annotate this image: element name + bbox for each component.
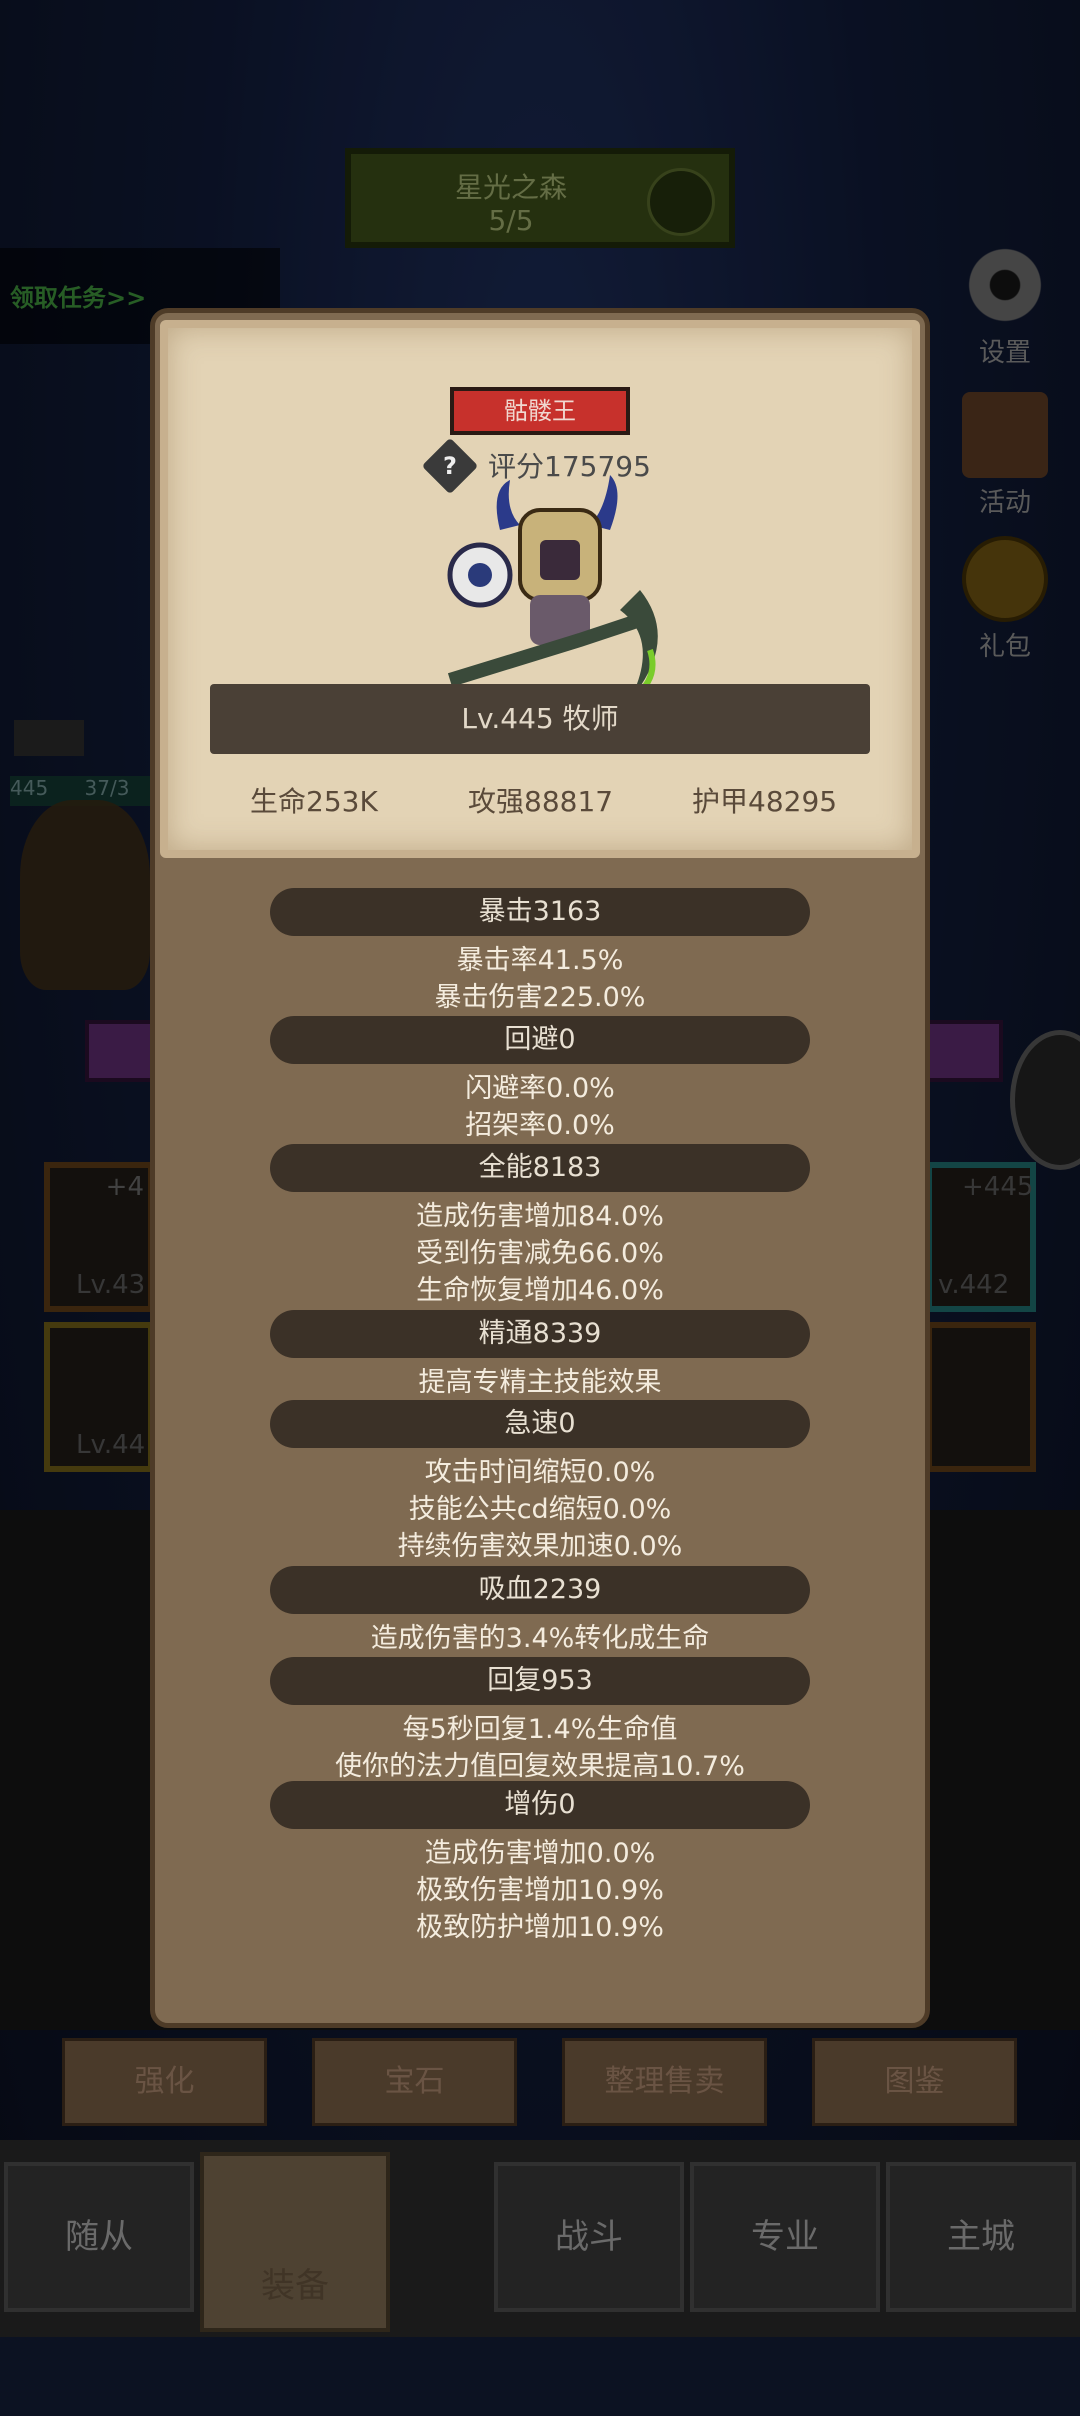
section-line: 生命恢复增加46.0% [416,1275,664,1306]
section-header: 回避0 [270,1016,810,1064]
tab-equipment[interactable]: 装备 [200,2152,390,2332]
section-header: 增伤0 [270,1781,810,1829]
section-header: 暴击3163 [270,888,810,936]
section-line: 造成伤害增加84.0% [416,1201,664,1232]
tab-profession[interactable]: 专业 [690,2162,880,2312]
skeleton-king-sprite [447,475,658,703]
section-line: 造成伤害增加0.0% [424,1838,656,1869]
tab-main-city[interactable]: 主城 [886,2162,1076,2312]
section-header: 回复953 [270,1657,810,1705]
section-line: 暴击率41.5% [456,945,624,976]
codex-button[interactable]: 图鉴 [812,2038,1017,2126]
section-line: 每5秒回复1.4%生命值 [402,1714,678,1745]
level-class-bar: Lv.445 牧师 [210,684,870,754]
section-line: 极致伤害增加10.9% [416,1875,664,1906]
armor-stat: 护甲48295 [692,785,838,818]
section-line: 造成伤害的3.4%转化成生命 [370,1623,710,1654]
hp-stat: 生命253K [250,785,378,818]
attack-stat: 攻强88817 [468,785,614,818]
section-line: 极致防护增加10.9% [416,1912,664,1943]
section-line: 暴击伤害225.0% [434,982,646,1013]
upgrade-button[interactable]: 强化 [62,2038,267,2126]
section-line: 攻击时间缩短0.0% [424,1457,656,1488]
section-header: 全能8183 [270,1144,810,1192]
section-line: 技能公共cd缩短0.0% [408,1494,672,1525]
character-title: 骷髅王 [450,387,630,435]
section-header: 急速0 [270,1400,810,1448]
sort-sell-button[interactable]: 整理售卖 [562,2038,767,2126]
section-line: 使你的法力值回复效果提高10.7% [335,1751,745,1782]
section-header: 精通8339 [270,1310,810,1358]
section-line: 闪避率0.0% [465,1073,615,1104]
section-line: 受到伤害减免66.0% [416,1238,664,1269]
section-line: 持续伤害效果加速0.0% [397,1531,683,1562]
tab-battle[interactable]: 战斗 [494,2162,684,2312]
section-line: 提高专精主技能效果 [418,1367,662,1398]
gem-button[interactable]: 宝石 [312,2038,517,2126]
section-header: 吸血2239 [270,1566,810,1614]
section-line: 招架率0.0% [465,1110,615,1141]
tab-followers[interactable]: 随从 [4,2162,194,2312]
